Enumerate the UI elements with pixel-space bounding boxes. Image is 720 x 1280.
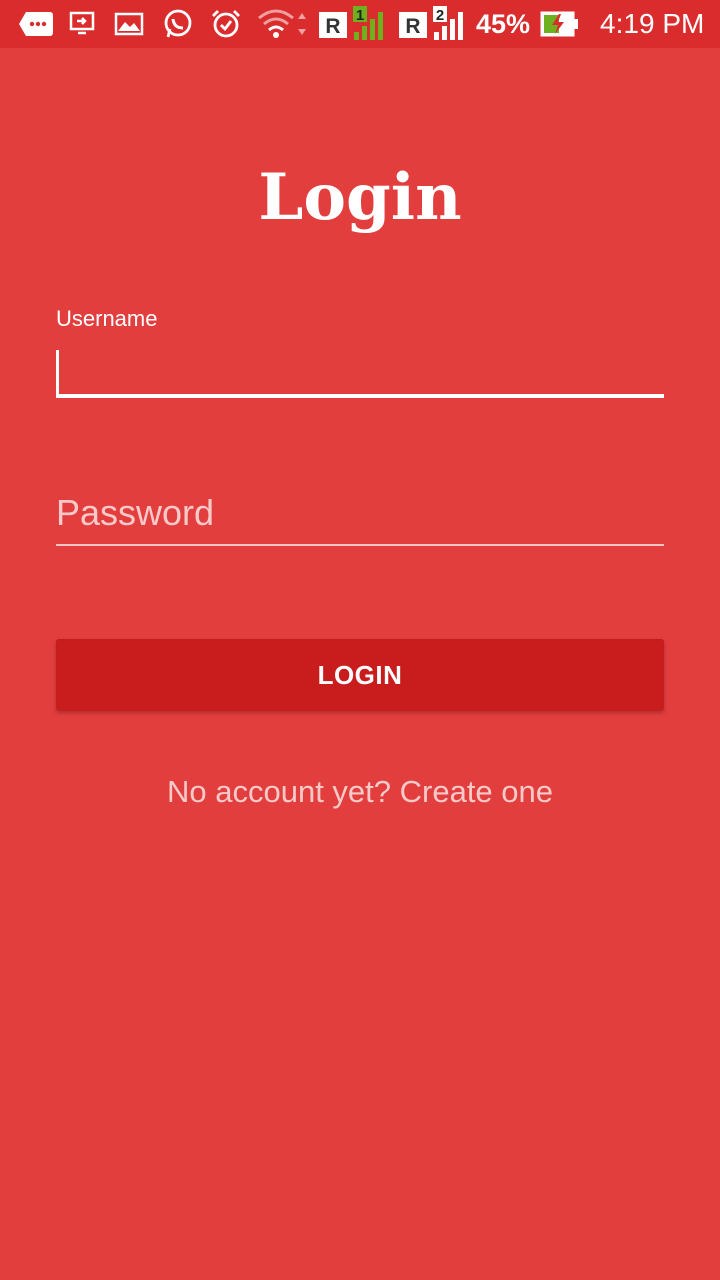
sim2-label: 2 (436, 7, 444, 24)
sim2-signal-icon: R 2 (398, 0, 470, 48)
create-account-link[interactable]: No account yet? Create one (0, 774, 720, 810)
chat-bubble-icon (18, 0, 54, 48)
battery-charging-icon (540, 0, 580, 48)
password-placeholder: Password (56, 492, 215, 533)
login-button[interactable]: LOGIN (56, 639, 664, 711)
sim1-signal-icon: R 1 (318, 0, 390, 48)
wifi-icon (256, 0, 312, 48)
login-button-label: LOGIN (317, 659, 403, 690)
cast-icon (68, 0, 96, 48)
roaming-label-1: R (325, 15, 340, 38)
password-input[interactable]: Password (56, 490, 664, 546)
whatsapp-icon (162, 0, 194, 48)
username-field: Username (56, 306, 664, 398)
alarm-icon (210, 0, 242, 48)
gallery-icon (114, 0, 144, 48)
page-title: Login (258, 160, 462, 235)
clock: 4:19 PM (600, 8, 705, 39)
sim1-label: 1 (356, 7, 364, 24)
password-field: Password (56, 490, 664, 546)
status-bar: R 1 R 2 45% 4:19 PM (0, 0, 720, 48)
username-label: Username (56, 306, 158, 331)
text-cursor (56, 350, 59, 394)
username-input[interactable] (56, 346, 664, 398)
battery-percent: 45% (476, 8, 531, 39)
roaming-label-2: R (405, 15, 420, 38)
